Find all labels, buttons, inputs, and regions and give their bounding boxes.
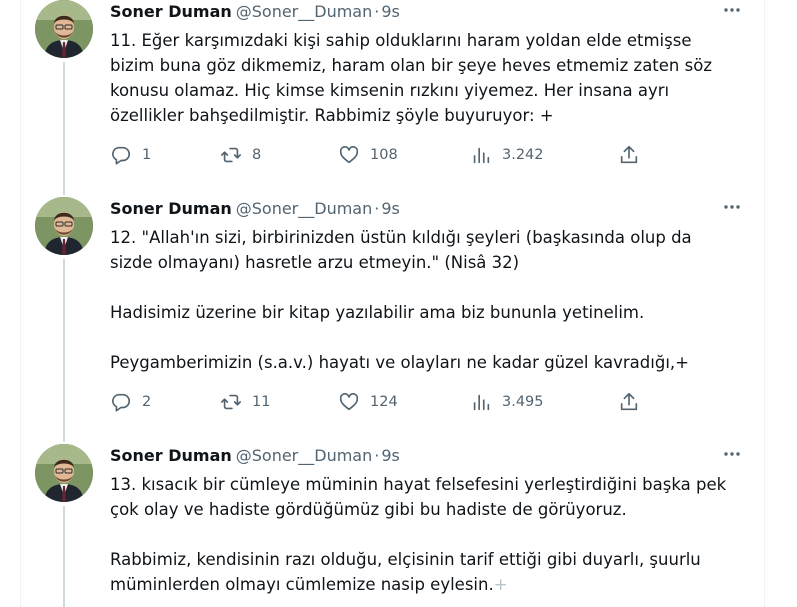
tweet[interactable]: Soner Duman @Soner__Duman · 9s 13. kısacık … <box>0 444 797 607</box>
retweet-button[interactable]: 11 <box>220 390 270 414</box>
tweet-line: Rabbimiz, kendisinin razı olduğu, elçisi… <box>110 550 701 569</box>
tweet-line: özellikler bahşedilmiştir. Rabbimiz şöyl… <box>110 106 554 125</box>
like-icon <box>339 146 359 164</box>
share-icon <box>620 145 638 164</box>
tweet-text: 13. kısacık bir cümleye müminin hayat fe… <box>110 472 750 597</box>
reply-count: 2 <box>142 394 152 410</box>
share-button[interactable] <box>618 390 640 414</box>
tweet-line: 11. Eğer karşımızdaki kişi sahip oldukla… <box>110 31 692 50</box>
reply-count: 1 <box>142 147 152 163</box>
retweet-button[interactable]: 8 <box>220 143 261 167</box>
tweet-line: sizde olmayanı) hasretle arzu etmeyin." … <box>110 253 520 272</box>
share-icon <box>620 392 638 411</box>
tweet-header: Soner Duman @Soner__Duman · 9s <box>110 2 400 21</box>
thread-connector <box>63 506 65 607</box>
tweet-line-text: müminlerden olmayı cümlemize nasip eyles… <box>110 575 494 594</box>
tweet-header: Soner Duman @Soner__Duman · 9s <box>110 199 400 218</box>
tweet-time[interactable]: 9s <box>381 446 400 465</box>
like-button[interactable]: 108 <box>338 143 398 167</box>
tweet-line: konusu olamaz. Hiç kimse kimsenin rızkın… <box>110 81 670 100</box>
tweet-line: 12. "Allah'ın sizi, birbirinizden üstün … <box>110 228 692 247</box>
tweet-line: Peygamberimizin (s.a.v.) hayatı ve olayl… <box>110 353 689 372</box>
avatar[interactable] <box>35 197 93 255</box>
like-icon <box>339 393 359 411</box>
views-count: 3.495 <box>502 394 544 410</box>
author-name[interactable]: Soner Duman <box>110 2 232 21</box>
tweet-header: Soner Duman @Soner__Duman · 9s <box>110 446 400 465</box>
retweet-icon <box>221 147 241 163</box>
tweet-text: 12. "Allah'ın sizi, birbirinizden üstün … <box>110 225 750 375</box>
tweet-line: Hadisimiz üzerine bir kitap yazılabilir … <box>110 303 645 322</box>
views-icon <box>473 147 490 164</box>
reply-icon <box>112 393 131 412</box>
reply-icon <box>112 146 131 165</box>
tweet-line: bizim buna göz dikmemiz, haram olan bir … <box>110 56 712 75</box>
author-name[interactable]: Soner Duman <box>110 199 232 218</box>
retweet-count: 11 <box>252 394 271 410</box>
more-icon <box>724 8 740 12</box>
thread-connector <box>63 259 65 442</box>
tweet-text: 11. Eğer karşımızdaki kişi sahip oldukla… <box>110 28 750 128</box>
retweet-icon <box>221 394 241 410</box>
tweet-actions: 1 8 108 3.242 <box>110 143 640 167</box>
tweet[interactable]: Soner Duman @Soner__Duman · 9s 11. Eğer kar… <box>0 0 797 195</box>
views-button[interactable]: 3.242 <box>470 143 544 167</box>
more-icon <box>724 452 740 456</box>
author-name[interactable]: Soner Duman <box>110 446 232 465</box>
retweet-count: 8 <box>252 147 262 163</box>
tweet-line: 13. kısacık bir cümleye müminin hayat fe… <box>110 475 727 494</box>
author-handle[interactable]: @Soner__Duman <box>236 199 373 218</box>
more-button[interactable] <box>720 444 744 464</box>
truncation-fade: + <box>493 575 508 594</box>
tweet-actions: 2 11 124 3.495 <box>110 390 640 414</box>
avatar[interactable] <box>35 0 93 58</box>
like-count: 108 <box>370 147 398 163</box>
author-handle[interactable]: @Soner__Duman <box>236 446 373 465</box>
views-count: 3.242 <box>502 147 544 163</box>
like-count: 124 <box>370 394 398 410</box>
more-button[interactable] <box>720 197 744 217</box>
tweet-time[interactable]: 9s <box>381 2 400 21</box>
thread-connector <box>63 62 65 195</box>
more-button[interactable] <box>720 0 744 20</box>
reply-button[interactable]: 2 <box>110 390 151 414</box>
reply-button[interactable]: 1 <box>110 143 151 167</box>
like-button[interactable]: 124 <box>338 390 398 414</box>
tweet-time[interactable]: 9s <box>381 199 400 218</box>
tweet-line: çok olay ve hadiste gördüğümüz gibi bu h… <box>110 500 627 519</box>
tweet[interactable]: Soner Duman @Soner__Duman · 9s 12. "Allah'ı… <box>0 197 797 442</box>
author-handle[interactable]: @Soner__Duman <box>236 2 373 21</box>
tweet-line: müminlerden olmayı cümlemize nasip eyles… <box>110 572 750 597</box>
avatar[interactable] <box>35 444 93 502</box>
views-icon <box>473 394 490 411</box>
views-button[interactable]: 3.495 <box>470 390 544 414</box>
more-icon <box>724 205 740 209</box>
share-button[interactable] <box>618 143 640 167</box>
